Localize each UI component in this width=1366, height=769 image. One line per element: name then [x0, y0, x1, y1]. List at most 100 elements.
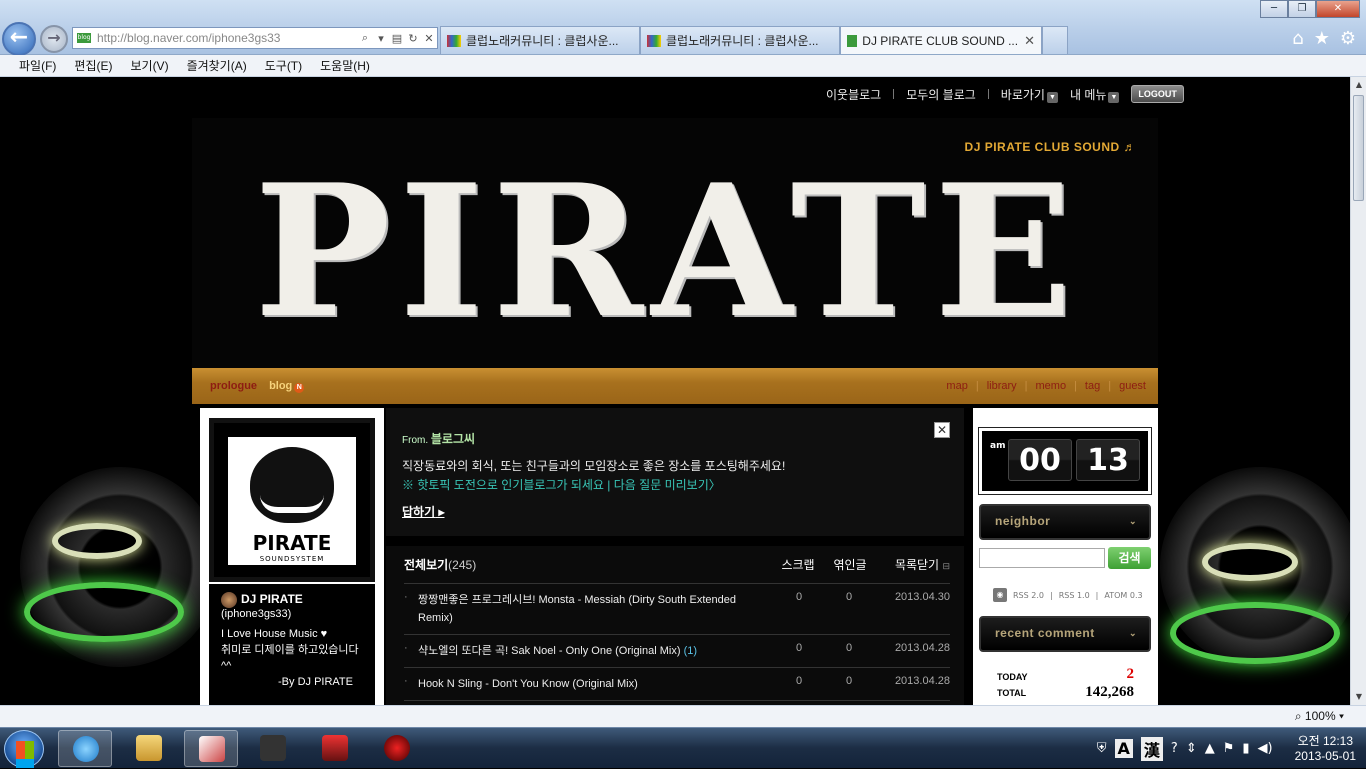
- nav-guest[interactable]: guest: [1119, 380, 1146, 392]
- address-bar[interactable]: blog http://blog.naver.com/iphone3gs33 ⌕…: [72, 27, 438, 49]
- maximize-button[interactable]: ❐: [1288, 0, 1316, 18]
- nav-library[interactable]: library: [987, 380, 1017, 392]
- table-row[interactable]: · Hook N Sling - Don't You Know (Origina…: [404, 668, 950, 701]
- tab-2[interactable]: 클럽노래커뮤니티 : 클럽사운...: [640, 26, 840, 54]
- menu-tools[interactable]: 도구(T): [256, 57, 311, 74]
- profile-image[interactable]: PIRATE SOUNDSYSTEM: [209, 418, 375, 582]
- table-row[interactable]: · 샥노엘의 또다른 곡! Sak Noel - Only One (Origi…: [404, 635, 950, 668]
- close-list-button[interactable]: 목록닫기 ⊟: [876, 556, 950, 573]
- new-tab-button[interactable]: [1042, 26, 1068, 54]
- taskbar-app-button[interactable]: [370, 730, 424, 767]
- scroll-up-icon[interactable]: ▲: [1351, 77, 1366, 93]
- ime-mode[interactable]: A: [1114, 739, 1133, 758]
- home-icon[interactable]: ⌂: [1292, 28, 1303, 49]
- all-blog-link[interactable]: 모두의 블로그: [906, 86, 976, 103]
- deck-light-right-green: [1170, 602, 1340, 664]
- rss2-link[interactable]: RSS 2.0: [1013, 591, 1044, 600]
- taskbar-winamp-button[interactable]: [246, 730, 300, 767]
- zoom-control[interactable]: ⌕ 100% ▾: [1295, 709, 1344, 724]
- back-button[interactable]: ←: [2, 22, 36, 56]
- tab-label: 클럽노래커뮤니티 : 클럽사운...: [666, 34, 819, 48]
- right-sidebar: am 00 13 neighbor ⌄ 검색 ◉ RSS 2.0 | RSS 1.0…: [973, 408, 1158, 705]
- neighbor-blog-link[interactable]: 이웃블로그: [826, 86, 881, 103]
- my-menu[interactable]: 내 메뉴 ▼: [1070, 86, 1120, 103]
- menu-file[interactable]: 파일(F): [10, 57, 65, 74]
- nav-memo[interactable]: memo: [1036, 380, 1067, 392]
- taskbar: ⛨ A 漢 ? ⇕ ▲ ⚑ ▮ ◀) 오전 12:13 2013-05-01: [0, 727, 1366, 768]
- recent-comment-panel-button[interactable]: recent comment ⌄: [979, 616, 1151, 652]
- scrollbar-thumb[interactable]: [1353, 95, 1364, 201]
- nickname[interactable]: DJ PIRATE: [241, 592, 303, 606]
- menu-help[interactable]: 도움말(H): [311, 57, 379, 74]
- post-title[interactable]: Hook N Sling - Don't You Know (Original …: [418, 675, 774, 693]
- nav-tag[interactable]: tag: [1085, 380, 1100, 392]
- collapse-icon: ⊟: [942, 561, 950, 571]
- refresh-icon[interactable]: ↻: [405, 32, 421, 45]
- volume-icon[interactable]: ◀): [1258, 741, 1273, 756]
- post-title[interactable]: 샥노엘의 또다른 곡! Sak Noel - Only One (Origina…: [418, 642, 774, 660]
- ime-options-icon[interactable]: ⇕: [1186, 741, 1197, 756]
- blog-search-input[interactable]: [979, 548, 1105, 568]
- nav-map[interactable]: map: [946, 380, 967, 392]
- tray-expand-icon[interactable]: ▲: [1205, 741, 1215, 756]
- help-icon[interactable]: ?: [1171, 741, 1178, 756]
- tab-3-active[interactable]: DJ PIRATE CLUB SOUND ... ✕: [840, 26, 1042, 54]
- network-icon[interactable]: ▮: [1242, 741, 1249, 756]
- tab-1[interactable]: 클럽노래커뮤니티 : 클럽사운...: [440, 26, 640, 54]
- close-window-button[interactable]: ✕: [1316, 0, 1360, 18]
- menu-view[interactable]: 보기(V): [121, 57, 177, 74]
- taskbar-paint-button[interactable]: [184, 730, 238, 767]
- compat-view-icon[interactable]: ▤: [389, 32, 405, 45]
- post-title[interactable]: 짱짱맨좋은 프로그레시브! Monsta - Messiah (Dirty So…: [418, 591, 774, 627]
- shield-icon[interactable]: ⛨: [1097, 741, 1107, 756]
- comment-count: (1): [683, 645, 698, 657]
- deck-light-left-green: [24, 582, 184, 642]
- close-icon[interactable]: ✕: [934, 422, 950, 438]
- start-button[interactable]: [4, 730, 44, 768]
- dropdown-icon[interactable]: ▾: [373, 32, 389, 45]
- settings-gear-icon[interactable]: ⚙: [1340, 28, 1356, 49]
- neighbor-panel-button[interactable]: neighbor ⌄: [979, 504, 1151, 540]
- menu-edit[interactable]: 편집(E): [65, 57, 121, 74]
- taskbar-clock[interactable]: 오전 12:13 2013-05-01: [1295, 734, 1356, 764]
- menu-favorites[interactable]: 즐겨찾기(A): [178, 57, 256, 74]
- ie-icon: [73, 736, 99, 762]
- reply-link[interactable]: 답하기 ▸: [402, 503, 444, 520]
- flag-icon[interactable]: ⚑: [1223, 741, 1235, 756]
- atom-link[interactable]: ATOM 0.3: [1104, 591, 1142, 600]
- tab-close-icon[interactable]: ✕: [1024, 33, 1035, 49]
- list-title[interactable]: 전체보기(245): [404, 556, 772, 573]
- scroll-down-icon[interactable]: ▼: [1351, 689, 1366, 705]
- search-icon[interactable]: ⌕: [357, 31, 373, 45]
- search-button[interactable]: 검색: [1108, 547, 1151, 569]
- bio-line-2: 취미로 디제이를 하고있습니다^^: [221, 644, 359, 673]
- browser-chrome: ─ ❐ ✕ ← → blog http://blog.naver.com/iph…: [0, 0, 1366, 56]
- nav-blog[interactable]: blog N: [269, 380, 305, 393]
- header-scrap: 스크랩: [781, 558, 815, 572]
- minimize-button[interactable]: ─: [1260, 0, 1288, 18]
- blogc-notice: From. 블로그씨 직장동료와의 회식, 또는 친구들과의 모임장소로 좋은 …: [386, 408, 964, 536]
- url-text[interactable]: http://blog.naver.com/iphone3gs33: [97, 31, 357, 45]
- hanja-mode[interactable]: 漢: [1140, 736, 1163, 761]
- page-viewport: 이웃블로그 모두의 블로그 바로가기 ▼ 내 메뉴 ▼ LOGOUT DJ PIRA…: [0, 77, 1350, 705]
- stop-icon[interactable]: ✕: [421, 32, 437, 45]
- taskbar-game-button[interactable]: [308, 730, 362, 767]
- nav-prologue[interactable]: prologue: [210, 380, 257, 392]
- tab-favicon-icon: [647, 34, 661, 47]
- taskbar-ie-button[interactable]: [58, 730, 112, 767]
- taskbar-explorer-button[interactable]: [122, 730, 176, 767]
- chevron-down-icon: ▼: [1108, 91, 1120, 103]
- pirate-logo: PIRATE: [254, 144, 1081, 358]
- logout-button[interactable]: LOGOUT: [1131, 85, 1184, 103]
- avatar: [221, 592, 237, 609]
- vertical-scrollbar[interactable]: ▲ ▼: [1350, 77, 1366, 705]
- user-id: (iphone3gs33): [221, 608, 292, 621]
- favorites-star-icon[interactable]: ★: [1314, 28, 1330, 49]
- forward-button[interactable]: →: [40, 25, 68, 53]
- goto-menu[interactable]: 바로가기 ▼: [1001, 86, 1058, 103]
- table-row[interactable]: · 짱짱맨좋은 프로그레시브! Monsta - Messiah (Dirty …: [404, 584, 950, 635]
- blog-nav-bar: prologue blog N map | library | memo | tag | …: [192, 368, 1158, 404]
- rss1-link[interactable]: RSS 1.0: [1059, 591, 1090, 600]
- tab-label: DJ PIRATE CLUB SOUND ...: [862, 33, 1019, 48]
- notice-links[interactable]: ※ 핫토픽 도전으로 인기블로그가 되세요 | 다음 질문 미리보기〉: [402, 476, 964, 493]
